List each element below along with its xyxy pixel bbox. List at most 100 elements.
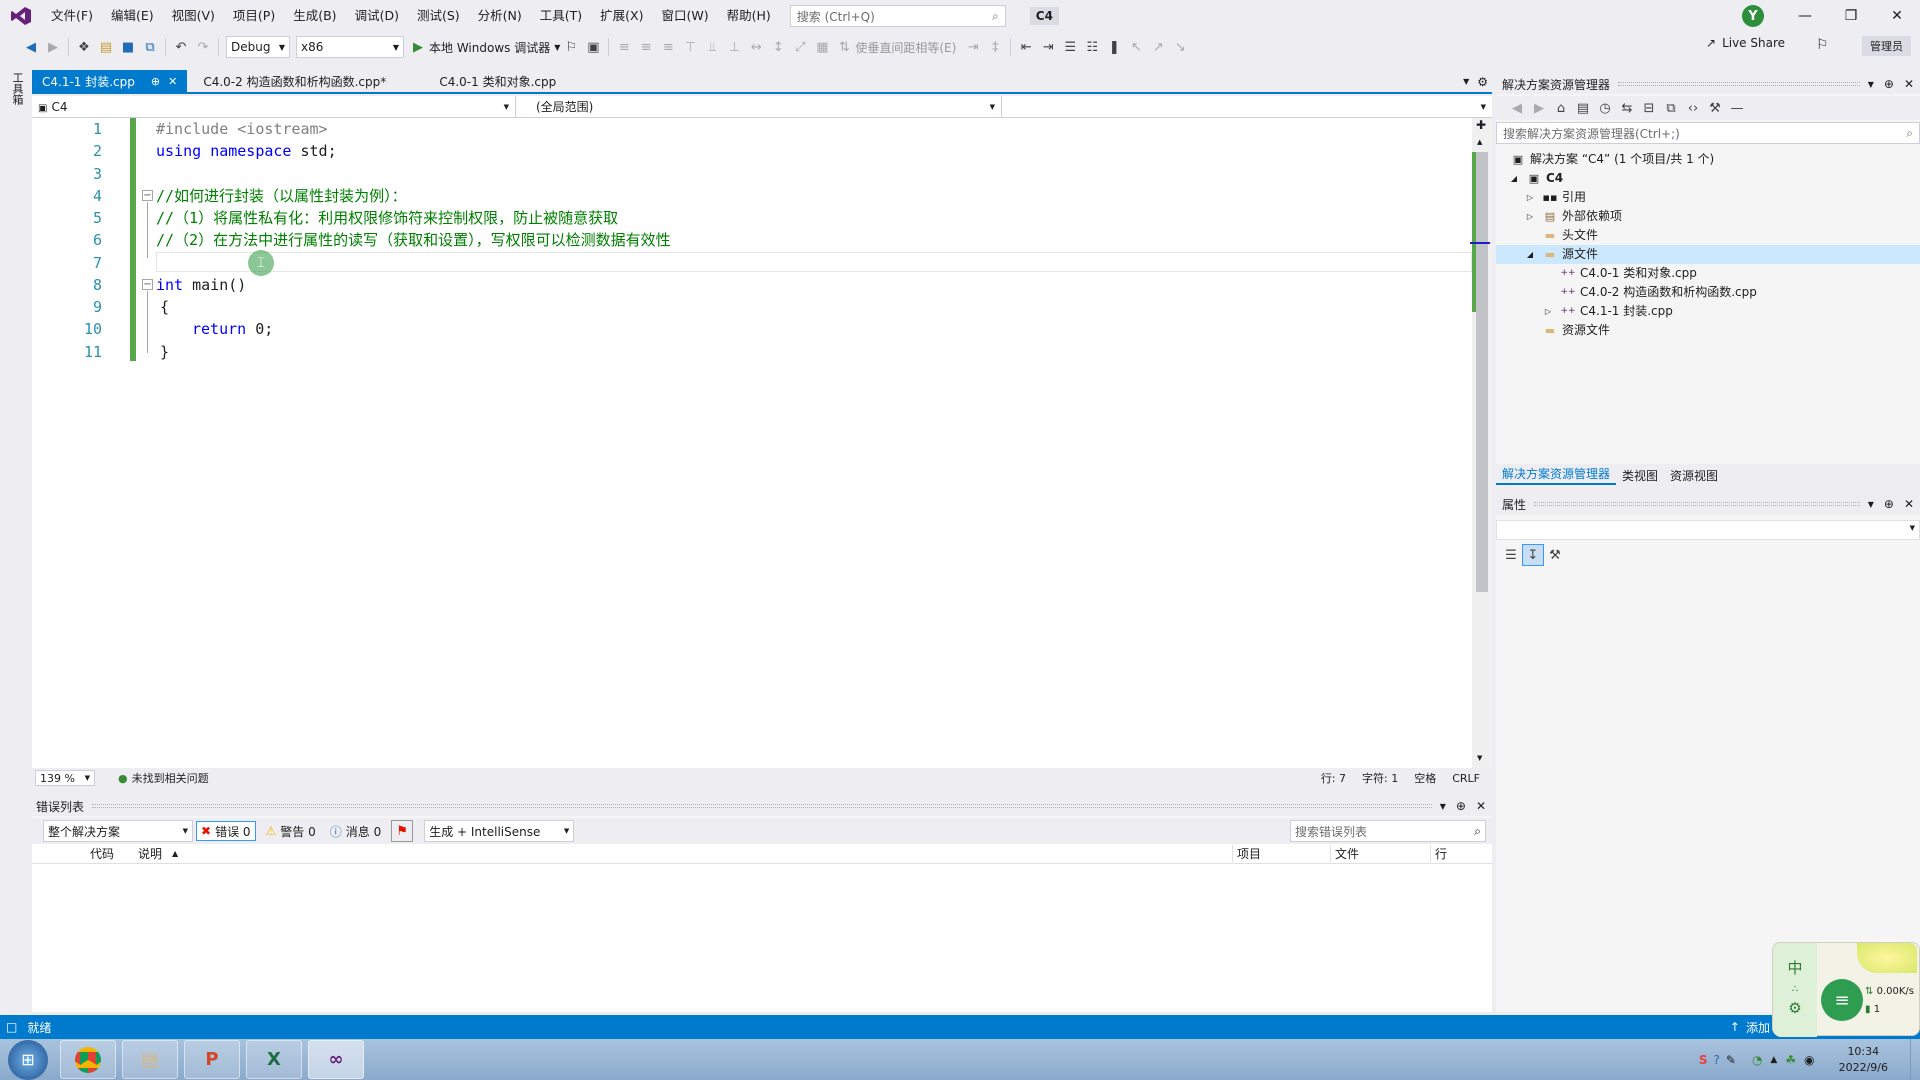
close-tab-icon[interactable]: ✕ xyxy=(168,75,177,88)
configuration-dropdown[interactable]: Debug ▼ xyxy=(226,36,290,58)
live-share-button[interactable]: ↗ Live Share xyxy=(1706,36,1785,50)
minimize-icon[interactable]: — xyxy=(1782,0,1828,32)
collapsed-arrow-icon[interactable]: ▷ xyxy=(1540,305,1556,319)
back-icon[interactable]: ◀ xyxy=(1506,97,1528,119)
properties-object-dropdown[interactable]: ▼ xyxy=(1496,520,1920,540)
expanded-arrow-icon[interactable]: ◢ xyxy=(1522,248,1538,262)
line-indicator[interactable]: 行: 7 xyxy=(1321,770,1346,786)
pin-icon[interactable]: ⊕ xyxy=(1884,77,1894,91)
same-size-icon[interactable]: ⤢ xyxy=(789,36,811,58)
menu-tools[interactable]: 工具(T) xyxy=(531,0,591,32)
volume-tray-icon[interactable]: ◉ xyxy=(1804,1053,1814,1067)
preview-icon[interactable]: — xyxy=(1726,97,1748,119)
project-dropdown[interactable]: ▣ C4 ▼ xyxy=(32,96,516,117)
start-debug-icon[interactable]: ▶ xyxy=(407,36,429,58)
lock-controls-icon[interactable]: ‡ xyxy=(984,36,1006,58)
start-debugger-button[interactable]: 本地 Windows 调试器 xyxy=(429,39,550,56)
chevron-down-icon[interactable]: ▼ xyxy=(1440,802,1446,811)
menu-edit[interactable]: 编辑(E) xyxy=(102,0,163,32)
menu-extensions[interactable]: 扩展(X) xyxy=(591,0,652,32)
file-explorer-taskbar-icon[interactable]: ▤ xyxy=(122,1040,178,1079)
split-icon[interactable]: ✚ xyxy=(1476,118,1486,132)
tab-c4-0-2[interactable]: C4.0-2 构造函数和析构函数.cpp* xyxy=(193,70,425,92)
pen-tray-icon[interactable]: ✎ xyxy=(1726,1053,1736,1067)
pin-icon[interactable]: ⊕ xyxy=(1884,497,1894,511)
same-width-icon[interactable]: ↔ xyxy=(745,36,767,58)
build-filter-dropdown[interactable]: 生成 + IntelliSense ▼ xyxy=(424,820,575,842)
align-bottom-icon[interactable]: ⊥ xyxy=(723,36,745,58)
settings-gear-icon[interactable]: ⚙ xyxy=(1477,72,1488,92)
pin-icon[interactable]: ⊕ xyxy=(1456,799,1466,813)
scroll-down-icon[interactable]: ▼ xyxy=(1477,754,1482,762)
eol-indicator[interactable]: CRLF xyxy=(1452,772,1480,785)
undo-icon[interactable]: ↶ xyxy=(170,36,192,58)
error-search-input[interactable]: 搜索错误列表 ⌕ xyxy=(1290,820,1486,842)
column-project[interactable]: 项目 xyxy=(1232,845,1261,862)
search-input[interactable]: 搜索 (Ctrl+Q) ⌕ xyxy=(789,5,1006,27)
tab-solution-explorer[interactable]: 解决方案资源管理器 xyxy=(1496,465,1617,485)
vertical-spacing-icon[interactable]: ⇅ xyxy=(833,36,855,58)
close-panel-icon[interactable]: ✕ xyxy=(1476,799,1486,813)
column-file[interactable]: 文件 xyxy=(1330,845,1359,862)
pending-changes-icon[interactable]: ◷ xyxy=(1594,97,1616,119)
char-indicator[interactable]: 字符: 1 xyxy=(1362,770,1398,786)
next-bookmark-icon[interactable]: ↗ xyxy=(1147,36,1169,58)
network-speed-widget[interactable]: 中 ∴ ⚙ ≡ ⇅ 0.00K/s ▮ 1 xyxy=(1772,942,1920,1037)
collapse-icon[interactable]: − xyxy=(142,279,153,290)
sync-icon[interactable]: ⇆ xyxy=(1616,97,1638,119)
align-right-icon[interactable]: ≡ xyxy=(657,36,679,58)
tab-class-view[interactable]: 类视图 xyxy=(1616,467,1664,484)
outdent-icon[interactable]: ⇥ xyxy=(1037,36,1059,58)
uncomment-icon[interactable]: ☷ xyxy=(1081,36,1103,58)
tree-header-files[interactable]: ▬ 头文件 xyxy=(1542,226,1598,245)
tree-solution[interactable]: ▣ 解决方案 “C4” (1 个项目/共 1 个) xyxy=(1510,150,1714,169)
tab-order-icon[interactable]: ⇥ xyxy=(962,36,984,58)
grid-icon[interactable]: ▦ xyxy=(811,36,833,58)
errors-filter-button[interactable]: ✖ 错误 0 xyxy=(196,821,256,841)
open-file-icon[interactable]: ▤ xyxy=(95,36,117,58)
chrome-taskbar-icon[interactable] xyxy=(60,1040,116,1079)
save-all-icon[interactable]: ⧉ xyxy=(139,36,161,58)
user-avatar[interactable]: Y xyxy=(1742,5,1764,27)
menu-analyze[interactable]: 分析(N) xyxy=(469,0,531,32)
switch-views-icon[interactable]: ▤ xyxy=(1572,97,1594,119)
feedback-icon[interactable]: ⚐ xyxy=(1816,37,1829,53)
scrollbar-thumb[interactable] xyxy=(1476,152,1488,592)
alphabetical-icon[interactable]: ↧ xyxy=(1522,544,1544,566)
bookmark-icon[interactable]: ❚ xyxy=(1103,36,1125,58)
menu-view[interactable]: 视图(V) xyxy=(163,0,224,32)
warnings-filter-button[interactable]: ⚠ 警告 0 xyxy=(262,821,320,841)
menu-debug[interactable]: 调试(D) xyxy=(346,0,408,32)
sogou-tray-icon[interactable]: S xyxy=(1699,1053,1708,1067)
save-icon[interactable]: ■ xyxy=(117,36,139,58)
column-code[interactable]: 代码 xyxy=(90,845,114,862)
close-panel-icon[interactable]: ✕ xyxy=(1904,77,1914,91)
find-icon[interactable]: ⚐ xyxy=(560,36,582,58)
make-vertical-spacing-equal-button[interactable]: 使垂直间距相等(E) xyxy=(855,39,956,56)
restore-icon[interactable]: ❐ xyxy=(1828,0,1874,32)
close-window-icon[interactable]: ✕ xyxy=(1874,0,1920,32)
collapsed-arrow-icon[interactable]: ▷ xyxy=(1522,210,1538,224)
toolbox-tab[interactable]: 工具箱 xyxy=(10,72,24,105)
issues-status[interactable]: 未找到相关问题 xyxy=(132,770,209,786)
home-icon[interactable]: ⌂ xyxy=(1550,97,1572,119)
back-icon[interactable]: ◀ xyxy=(20,36,42,58)
screenshot-icon[interactable]: ▣ xyxy=(582,36,604,58)
forward-icon[interactable]: ▶ xyxy=(1528,97,1550,119)
categorized-icon[interactable]: ☰ xyxy=(1500,544,1522,566)
view-code-icon[interactable]: ‹› xyxy=(1682,97,1704,119)
platform-dropdown[interactable]: x86 ▼ xyxy=(296,36,404,58)
help-tray-icon[interactable]: ? xyxy=(1714,1053,1720,1067)
network-tray-icon[interactable]: ◔ xyxy=(1752,1053,1762,1067)
whitespace-indicator[interactable]: 空格 xyxy=(1414,770,1436,786)
menu-project[interactable]: 项目(P) xyxy=(224,0,284,32)
menu-window[interactable]: 窗口(W) xyxy=(652,0,717,32)
clear-bookmarks-icon[interactable]: ↘ xyxy=(1169,36,1191,58)
menu-help[interactable]: 帮助(H) xyxy=(718,0,780,32)
forward-icon[interactable]: ▶ xyxy=(42,36,64,58)
powerpoint-taskbar-icon[interactable]: P xyxy=(184,1040,240,1079)
error-scope-dropdown[interactable]: 整个解决方案 ▼ xyxy=(43,820,193,842)
pin-icon[interactable]: ⊕ xyxy=(151,75,160,88)
same-height-icon[interactable]: ↕ xyxy=(767,36,789,58)
indent-icon[interactable]: ⇤ xyxy=(1015,36,1037,58)
